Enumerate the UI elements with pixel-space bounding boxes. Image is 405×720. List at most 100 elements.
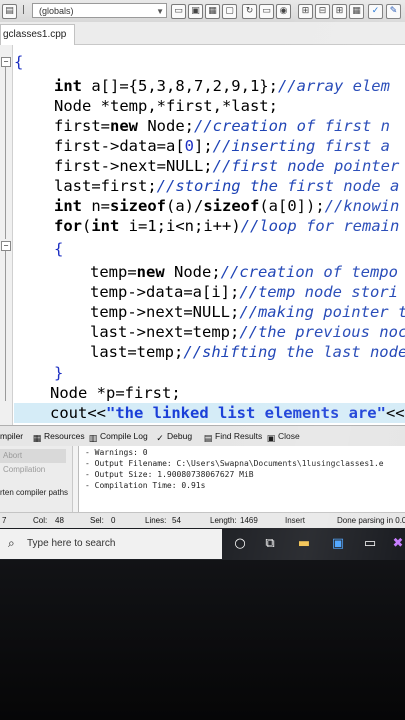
fold-gutter: − − — [0, 45, 13, 425]
code-line: int a[]={5,3,8,7,2,9,1};//array elem — [54, 76, 390, 96]
file-tab-label: gclasses1.cpp — [3, 29, 67, 40]
grid-view-icon[interactable]: ▦ — [349, 4, 364, 19]
code-token: sizeof — [203, 197, 260, 215]
close-panel-button[interactable]: ▣ Close — [266, 426, 300, 446]
compile-options: Abort Compilation rten compiler paths — [0, 446, 73, 512]
tab-compile-log[interactable]: ▥ Compile Log — [88, 426, 148, 446]
log-line: - Compilation Time: 0.91s — [85, 481, 206, 490]
code-line: last->next=temp;//the previous noc — [90, 322, 405, 342]
code-token: new — [136, 263, 165, 281]
tab-compile-log-label: Compile Log — [100, 431, 148, 441]
debug-check-icon: ✓ — [156, 434, 164, 444]
code-token: last=temp; — [90, 343, 184, 361]
code-token: { — [14, 53, 24, 71]
code-comment: //the previous noc — [239, 323, 405, 341]
status-lines-value: 54 — [172, 516, 181, 525]
code-token: for — [54, 217, 82, 235]
taskbar-search-box[interactable]: ⌕ Type here to search — [0, 529, 222, 559]
tab-debug-label: Debug — [167, 431, 193, 441]
devcpp-app-icon[interactable]: ▭ — [362, 536, 378, 552]
code-token: int — [54, 197, 82, 215]
fold-toggle-icon[interactable]: − — [1, 57, 11, 67]
code-comment: //shifting the last node — [183, 343, 405, 361]
new-file-icon[interactable]: ▤ — [2, 4, 17, 19]
resources-icon: ▦ — [32, 434, 42, 444]
find-icon: ▤ — [203, 434, 213, 444]
layout-icon[interactable]: ⊟ — [315, 4, 330, 19]
code-comment: //temp node stori — [239, 283, 398, 301]
tab-resources[interactable]: ▦ Resources — [32, 426, 85, 446]
tab-compiler-label: mpiler — [0, 431, 24, 441]
fold-toggle-icon[interactable]: − — [1, 241, 11, 251]
debug-icon[interactable]: ✎ — [386, 4, 401, 19]
code-token: temp->next=NULL; — [90, 303, 240, 321]
code-token: (a[0]); — [259, 197, 325, 215]
code-token: int — [91, 217, 120, 235]
code-string: "the linked list elements are" — [106, 404, 386, 422]
code-line: first->next=NULL;//first node pointer — [54, 156, 399, 176]
status-col-label: Col: — [33, 516, 48, 525]
scope-select-value: (globals) — [39, 6, 74, 16]
code-token: int — [54, 77, 82, 95]
ide-window: ▤ | (globals) ▼ ▭ ▣ ▦ ▢ ↻ ▭ ◉ ⊞ ⊟ ⊞ ▦ ✓ … — [0, 0, 405, 560]
status-col-value: 48 — [55, 516, 64, 525]
code-token: n= — [82, 197, 110, 215]
tab-compiler[interactable]: mpiler — [0, 426, 23, 446]
code-line: first->data=a[0];//inserting first a — [54, 136, 390, 156]
code-token: (a)/ — [166, 197, 204, 215]
code-token: Node; — [164, 263, 221, 281]
log-line: - Output Filename: C:\Users\Swapna\Docum… — [85, 459, 384, 468]
code-token: << — [385, 404, 405, 422]
log-line: - Output Size: 1.90080738067627 MiB — [85, 470, 254, 479]
code-line: Node *p=first; — [50, 383, 181, 403]
refresh-icon[interactable]: ↻ — [242, 4, 257, 19]
compile-log-output[interactable]: - Warnings: 0 - Output Filename: C:\User… — [78, 446, 405, 512]
shorten-paths-option[interactable]: rten compiler paths — [0, 488, 68, 497]
status-length-value: 1469 — [240, 516, 258, 525]
run-icon[interactable]: ▢ — [222, 4, 237, 19]
status-length-label: Length: — [210, 516, 237, 525]
code-line: for(int i=1;i<n;i++)//loop for remain — [54, 216, 399, 236]
tab-resources-label: Resources — [44, 431, 85, 441]
close-panel-label: Close — [278, 431, 300, 441]
code-comment: //creation of tempo — [220, 263, 398, 281]
compile-log-icon: ▥ — [88, 434, 98, 444]
code-token: first->next=NULL; — [54, 157, 213, 175]
tab-find-results-label: Find Results — [215, 431, 263, 441]
code-editor[interactable]: − − { int a[]={5,3,8,7,2,9,1};//array el… — [0, 45, 405, 425]
tab-debug[interactable]: ✓ Debug — [155, 426, 192, 446]
cortana-icon[interactable]: ○ — [232, 536, 248, 552]
monitor-bezel — [0, 560, 405, 720]
check-icon[interactable]: ✓ — [368, 4, 383, 19]
code-comment: //making pointer t — [239, 303, 405, 321]
scope-select[interactable]: (globals) ▼ — [32, 3, 167, 18]
search-placeholder: Type here to search — [27, 538, 116, 549]
code-line: } — [54, 363, 63, 383]
tile-icon[interactable]: ⊞ — [332, 4, 347, 19]
current-code-line: cout<<"the linked list elements are"<< — [14, 403, 405, 423]
compile-icon[interactable]: ▦ — [205, 4, 220, 19]
project-icon[interactable]: ▣ — [188, 4, 203, 19]
close-icon: ▣ — [266, 434, 276, 444]
abort-compilation-button[interactable]: Abort Compilation — [0, 449, 66, 474]
code-token: cout<< — [50, 404, 106, 422]
store-icon[interactable]: ▣ — [330, 536, 346, 552]
code-comment: //storing the first node a — [156, 177, 400, 195]
app-icon[interactable]: ✖ — [390, 536, 405, 552]
code-token: ( — [82, 217, 92, 235]
window-icon[interactable]: ▭ — [259, 4, 274, 19]
code-token: 0 — [184, 137, 194, 155]
code-token: new — [110, 117, 138, 135]
grid-icon[interactable]: ⊞ — [298, 4, 313, 19]
file-explorer-icon[interactable]: ▬ — [296, 536, 312, 552]
code-comment: //inserting first a — [212, 137, 390, 155]
settings-icon[interactable]: ◉ — [276, 4, 291, 19]
file-tab[interactable]: gclasses1.cpp — [0, 24, 76, 45]
status-line: 7 — [2, 516, 7, 525]
code-line: temp->data=a[i];//temp node stori — [90, 282, 398, 302]
task-view-icon[interactable]: ⧉ — [262, 536, 278, 552]
code-token: a[]={5,3,8,7,2,9,1}; — [82, 77, 278, 95]
code-token: first->data=a[ — [54, 137, 185, 155]
tab-find-results[interactable]: ▤ Find Results — [203, 426, 263, 446]
class-browser-icon[interactable]: ▭ — [171, 4, 186, 19]
